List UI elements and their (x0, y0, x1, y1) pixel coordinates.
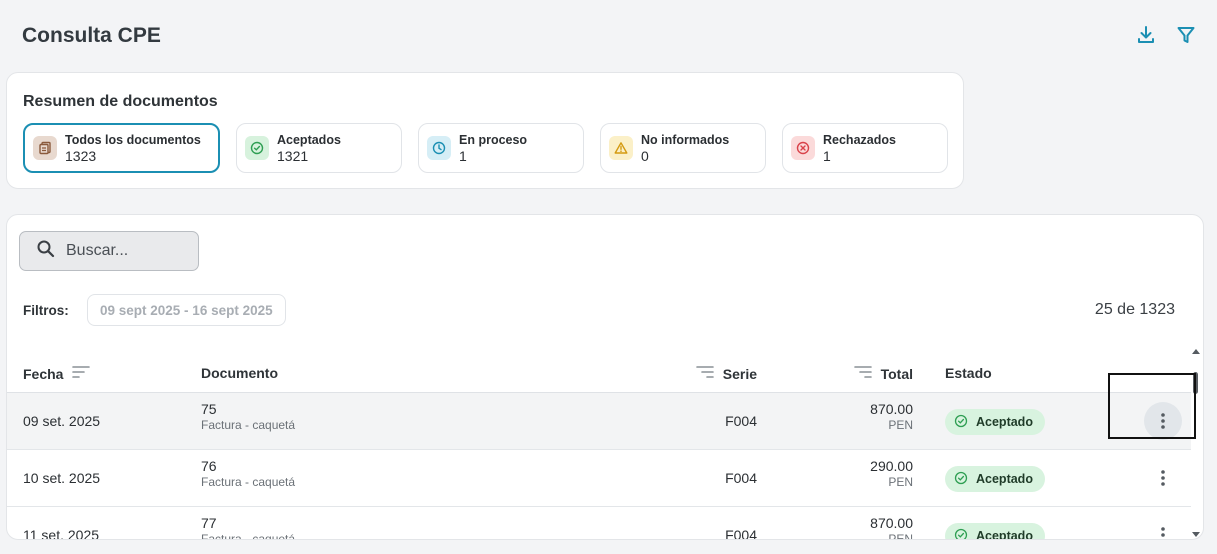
search-input[interactable] (66, 242, 176, 260)
date-range-chip[interactable]: 09 sept 2025 - 16 sept 2025 (87, 294, 286, 326)
cell-serie: F004 (725, 527, 757, 540)
more-vertical-icon (1161, 470, 1165, 486)
status-label: Aceptado (976, 415, 1033, 429)
row-menu-button[interactable] (1144, 516, 1182, 539)
summary-item-not-reported[interactable]: No informados 0 (600, 123, 766, 173)
filter-icon[interactable] (1175, 24, 1197, 46)
check-circle-icon (954, 414, 968, 431)
column-header-fecha[interactable]: Fecha (23, 365, 91, 382)
summary-card: Resumen de documentos Todos los document… (6, 72, 964, 189)
column-header-estado: Estado (945, 365, 992, 381)
results-count: 25 de 1323 (1094, 301, 1175, 318)
summary-items: Todos los documentos 1323 Aceptados 1321… (23, 123, 948, 173)
table-row[interactable]: 10 set. 2025 76 Factura - caquetá F004 2… (7, 450, 1191, 507)
summary-item-count: 1323 (65, 148, 97, 164)
cell-documento: 75 Factura - caquetá (201, 401, 295, 433)
currency: PEN (888, 418, 913, 432)
table-row[interactable]: 09 set. 2025 75 Factura - caquetá F004 8… (7, 393, 1191, 450)
summary-item-label: Aceptados (277, 133, 341, 147)
cell-total: 290.00 PEN (870, 458, 913, 490)
documents-icon (33, 136, 57, 160)
document-number: 77 (201, 515, 217, 531)
summary-item-rejected[interactable]: Rechazados 1 (782, 123, 948, 173)
table-header: Fecha Documento Serie Total Estado (7, 353, 1191, 393)
check-circle-icon (245, 136, 269, 160)
document-type: Factura - caquetá (201, 532, 296, 540)
cell-total: 870.00 PEN (870, 515, 913, 540)
column-header-total[interactable]: Total (853, 365, 913, 382)
check-circle-icon (954, 528, 968, 539)
total-amount: 870.00 (870, 515, 913, 531)
table-row[interactable]: 11 set. 2025 77 Factura - caquetá F004 8… (7, 507, 1191, 540)
summary-item-count: 0 (641, 148, 649, 164)
sort-icon[interactable] (853, 365, 873, 382)
summary-item-label: En proceso (459, 133, 528, 147)
documents-table-card: Filtros: 09 sept 2025 - 16 sept 2025 25 … (6, 214, 1204, 540)
cell-fecha: 10 set. 2025 (23, 470, 101, 486)
status-badge: Aceptado (945, 523, 1045, 540)
sort-icon[interactable] (71, 365, 91, 382)
search-box[interactable] (19, 231, 199, 271)
summary-item-count: 1321 (277, 148, 309, 164)
status-badge: Aceptado (945, 466, 1045, 492)
column-header-label: Total (880, 365, 913, 382)
cell-fecha: 11 set. 2025 (23, 527, 100, 540)
scroll-up-arrow-icon[interactable] (1192, 341, 1200, 359)
cell-serie: F004 (725, 470, 757, 486)
header-actions (1135, 24, 1197, 46)
cell-serie: F004 (725, 413, 757, 429)
summary-item-label: No informados (641, 133, 730, 147)
check-circle-icon (954, 471, 968, 488)
summary-item-label: Rechazados (823, 133, 896, 147)
sort-icon[interactable] (695, 365, 715, 382)
total-amount: 870.00 (870, 401, 913, 417)
document-type: Factura - caquetá (201, 418, 296, 432)
column-header-label: Documento (201, 365, 278, 381)
cell-total: 870.00 PEN (870, 401, 913, 433)
summary-item-in-process[interactable]: En proceso 1 (418, 123, 584, 173)
summary-item-count: 1 (823, 148, 831, 164)
cell-documento: 77 Factura - caquetá (201, 515, 296, 540)
summary-item-count: 1 (459, 148, 467, 164)
status-badge: Aceptado (945, 409, 1045, 435)
page-title: Consulta CPE (22, 24, 161, 47)
currency: PEN (888, 475, 913, 489)
scroll-down-arrow-icon[interactable] (1192, 525, 1200, 539)
document-number: 75 (201, 401, 217, 417)
search-icon (36, 239, 56, 264)
summary-item-accepted[interactable]: Aceptados 1321 (236, 123, 402, 173)
cell-documento: 76 Factura - caquetá (201, 458, 295, 490)
document-number: 76 (201, 458, 217, 474)
currency: PEN (888, 532, 913, 540)
focus-highlight-box (1108, 373, 1196, 439)
x-circle-icon (791, 136, 815, 160)
total-amount: 290.00 (870, 458, 913, 474)
more-vertical-icon (1161, 527, 1165, 537)
column-header-documento[interactable]: Documento (201, 365, 278, 381)
warning-icon (609, 136, 633, 160)
column-header-label: Serie (722, 365, 757, 382)
cell-fecha: 09 set. 2025 (23, 413, 101, 429)
summary-item-label: Todos los documentos (65, 133, 201, 147)
clock-icon (427, 136, 451, 160)
column-header-label: Fecha (23, 365, 64, 382)
status-label: Aceptado (976, 529, 1033, 540)
column-header-label: Estado (945, 365, 992, 381)
status-label: Aceptado (976, 472, 1033, 486)
row-menu-button[interactable] (1144, 459, 1182, 497)
filters-label: Filtros: (23, 303, 69, 318)
summary-item-all[interactable]: Todos los documentos 1323 (23, 123, 220, 173)
column-header-serie[interactable]: Serie (695, 365, 757, 382)
summary-title: Resumen de documentos (23, 93, 218, 110)
download-icon[interactable] (1135, 24, 1157, 46)
document-type: Factura - caquetá (201, 475, 296, 489)
